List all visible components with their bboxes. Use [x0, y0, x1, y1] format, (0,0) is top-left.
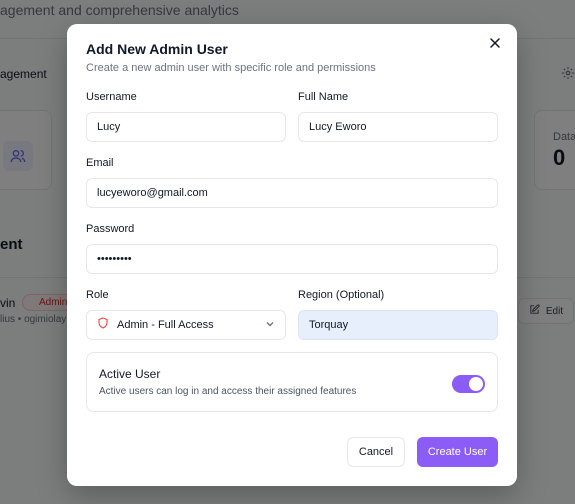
- full-name-input[interactable]: [298, 112, 498, 142]
- role-select[interactable]: Admin - Full Access: [86, 310, 286, 340]
- add-admin-user-dialog: Add New Admin User Create a new admin us…: [67, 24, 517, 486]
- username-label: Username: [86, 91, 137, 103]
- close-icon: [490, 35, 500, 53]
- dialog-title: Add New Admin User: [86, 41, 228, 57]
- active-user-description: Active users can log in and access their…: [99, 386, 357, 397]
- username-input[interactable]: [86, 112, 286, 142]
- role-select-value: Admin - Full Access: [117, 319, 214, 331]
- dialog-description: Create a new admin user with specific ro…: [86, 62, 376, 74]
- active-user-toggle[interactable]: [452, 375, 485, 393]
- region-label: Region (Optional): [298, 289, 385, 301]
- password-label: Password: [86, 223, 135, 235]
- active-user-section: Active User Active users can log in and …: [86, 352, 498, 412]
- password-input[interactable]: [86, 244, 498, 274]
- active-user-title: Active User: [99, 367, 161, 381]
- email-input[interactable]: [86, 178, 498, 208]
- email-label: Email: [86, 157, 114, 169]
- full-name-label: Full Name: [298, 91, 349, 103]
- shield-icon: [97, 316, 109, 334]
- toggle-knob: [469, 377, 483, 391]
- cancel-button[interactable]: Cancel: [347, 437, 405, 467]
- close-button[interactable]: [487, 36, 503, 52]
- create-user-button[interactable]: Create User: [417, 437, 498, 467]
- role-label: Role: [86, 289, 109, 301]
- region-input[interactable]: [298, 310, 498, 340]
- chevron-down-icon: [265, 316, 275, 334]
